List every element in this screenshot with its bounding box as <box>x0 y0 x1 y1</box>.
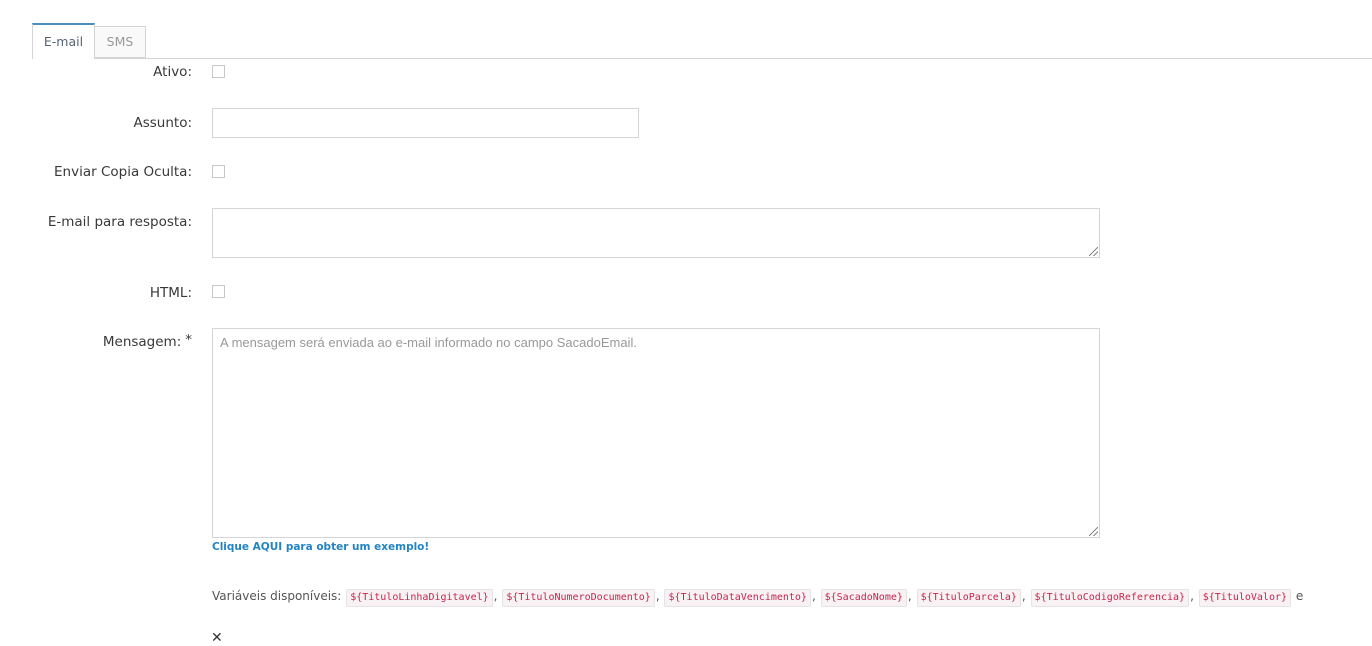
variables-line: Variáveis disponíveis: ${TituloLinhaDigi… <box>212 589 1303 607</box>
assunto-input[interactable] <box>212 108 639 138</box>
variable-code: ${TituloLinhaDigitavel} <box>346 589 493 607</box>
tab-email[interactable]: E-mail <box>32 23 95 59</box>
variable-code: ${TituloParcela} <box>916 589 1021 607</box>
email-resposta-label: E-mail para resposta: <box>47 214 192 230</box>
html-label: HTML: <box>149 285 192 301</box>
ativo-checkbox[interactable] <box>212 65 225 78</box>
mensagem-placeholder: A mensagem será enviada ao e-mail inform… <box>220 335 637 350</box>
copia-oculta-label: Enviar Copia Oculta: <box>54 164 192 180</box>
variable-code: ${TituloDataVencimento} <box>664 589 811 607</box>
required-mark: * <box>185 332 192 348</box>
html-checkbox[interactable] <box>212 285 225 298</box>
tab-sms[interactable]: SMS <box>95 26 146 58</box>
mensagem-label-wrap: Mensagem: * <box>102 332 192 350</box>
tab-bar-divider <box>32 58 1372 59</box>
variables-trailing: e <box>1295 589 1304 603</box>
email-resposta-textarea[interactable] <box>212 208 1100 258</box>
resize-handle-icon[interactable] <box>1089 527 1098 536</box>
close-icon: ✕ <box>211 630 223 646</box>
copia-oculta-checkbox[interactable] <box>212 165 225 178</box>
ativo-label: Ativo: <box>153 64 192 80</box>
mensagem-label: Mensagem: <box>102 334 182 350</box>
variable-code: ${TituloNumeroDocumento} <box>502 589 655 607</box>
variable-code: ${SacadoNome} <box>820 589 907 607</box>
example-link[interactable]: Clique AQUI para obter um exemplo! <box>212 541 429 553</box>
resize-handle-icon[interactable] <box>1089 247 1098 256</box>
variable-code: ${TituloValor} <box>1198 589 1292 607</box>
variables-label: Variáveis disponíveis: <box>212 589 342 603</box>
assunto-label: Assunto: <box>133 115 192 131</box>
mensagem-textarea[interactable]: A mensagem será enviada ao e-mail inform… <box>212 328 1100 538</box>
variable-code: ${TituloCodigoReferencia} <box>1030 589 1190 607</box>
